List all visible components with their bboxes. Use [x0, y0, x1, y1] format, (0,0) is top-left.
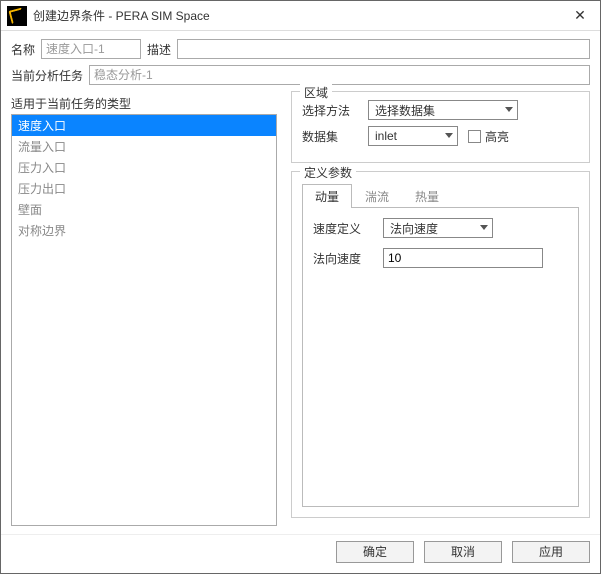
left-column: 适用于当前任务的类型 速度入口流量入口压力入口压力出口壁面对称边界: [11, 91, 277, 526]
row-dataset: 数据集 inlet 高亮: [302, 126, 579, 146]
vel-def-label: 速度定义: [313, 220, 373, 237]
types-listbox[interactable]: 速度入口流量入口压力入口压力出口壁面对称边界: [11, 114, 277, 526]
list-item[interactable]: 压力出口: [12, 178, 276, 199]
row-name-desc: 名称 速度入口-1 描述: [11, 39, 590, 59]
highlight-checkbox[interactable]: 高亮: [468, 128, 509, 145]
tab[interactable]: 动量: [302, 184, 352, 208]
name-label: 名称: [11, 41, 35, 58]
region-fieldset: 区域 选择方法 选择数据集 数据集 inlet: [291, 91, 590, 163]
row-method: 选择方法 选择数据集: [302, 100, 579, 120]
tabstrip: 动量湍流热量: [302, 184, 579, 208]
normal-vel-input[interactable]: [383, 248, 543, 268]
list-item[interactable]: 压力入口: [12, 157, 276, 178]
cancel-button[interactable]: 取消: [424, 541, 502, 563]
vel-def-combo[interactable]: 法向速度: [383, 218, 493, 238]
chevron-down-icon: [505, 107, 513, 112]
app-icon: [7, 6, 27, 26]
params-fieldset: 定义参数 动量湍流热量 速度定义 法向速度 法向速度: [291, 171, 590, 518]
ok-button[interactable]: 确定: [336, 541, 414, 563]
dataset-label: 数据集: [302, 128, 358, 145]
dataset-combo[interactable]: inlet: [368, 126, 458, 146]
tab-momentum-body: 速度定义 法向速度 法向速度: [302, 208, 579, 507]
apply-button[interactable]: 应用: [512, 541, 590, 563]
window-title: 创建边界条件 - PERA SIM Space: [33, 7, 560, 24]
region-title: 区域: [300, 84, 332, 101]
params-title: 定义参数: [300, 164, 356, 181]
dialog-window: 创建边界条件 - PERA SIM Space ✕ 名称 速度入口-1 描述 当…: [0, 0, 601, 574]
tab[interactable]: 热量: [402, 184, 452, 208]
desc-input[interactable]: [177, 39, 590, 59]
task-input[interactable]: 稳态分析-1: [89, 65, 590, 85]
list-item[interactable]: 速度入口: [12, 115, 276, 136]
row-normal-vel: 法向速度: [313, 248, 568, 268]
task-label: 当前分析任务: [11, 67, 83, 84]
highlight-label: 高亮: [485, 128, 509, 145]
row-task: 当前分析任务 稳态分析-1: [11, 65, 590, 85]
checkbox-icon: [468, 130, 481, 143]
tab[interactable]: 湍流: [352, 184, 402, 208]
method-combo[interactable]: 选择数据集: [368, 100, 518, 120]
dialog-body: 名称 速度入口-1 描述 当前分析任务 稳态分析-1 适用于当前任务的类型 速度…: [1, 31, 600, 534]
footer: 确定 取消 应用: [1, 534, 600, 573]
columns: 适用于当前任务的类型 速度入口流量入口压力入口压力出口壁面对称边界 区域 选择方…: [11, 91, 590, 526]
list-item[interactable]: 壁面: [12, 199, 276, 220]
row-vel-def: 速度定义 法向速度: [313, 218, 568, 238]
method-label: 选择方法: [302, 102, 358, 119]
chevron-down-icon: [445, 133, 453, 138]
close-icon[interactable]: ✕: [560, 1, 600, 31]
list-item[interactable]: 对称边界: [12, 220, 276, 241]
titlebar: 创建边界条件 - PERA SIM Space ✕: [1, 1, 600, 31]
normal-vel-label: 法向速度: [313, 250, 373, 267]
name-input[interactable]: 速度入口-1: [41, 39, 141, 59]
right-column: 区域 选择方法 选择数据集 数据集 inlet: [291, 91, 590, 526]
chevron-down-icon: [480, 225, 488, 230]
types-title: 适用于当前任务的类型: [11, 95, 277, 112]
list-item[interactable]: 流量入口: [12, 136, 276, 157]
desc-label: 描述: [147, 41, 171, 58]
